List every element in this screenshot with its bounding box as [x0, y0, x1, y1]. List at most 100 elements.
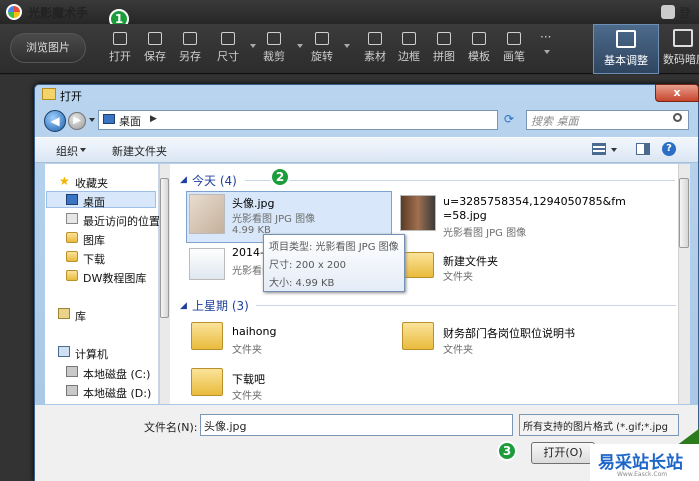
help-icon[interactable]: ?	[662, 142, 676, 156]
open-icon	[113, 32, 127, 45]
crop-icon	[267, 32, 281, 45]
organize-button[interactable]: 组织	[56, 143, 78, 159]
tool-label: 拼图	[433, 50, 455, 63]
recent-pages-caret[interactable]	[89, 118, 95, 122]
tool-save-as-button[interactable]: 另存	[172, 32, 208, 64]
group-header-today[interactable]: 今天 (4)	[192, 172, 237, 189]
folder-icon	[66, 232, 78, 243]
nav-item-libraries[interactable]: 库	[75, 308, 86, 324]
file-scroll-thumb[interactable]	[679, 178, 689, 248]
tooltip-type: 项目类型: 光影看图 JPG 图像	[269, 242, 399, 253]
file-name-line1: u=3285758354,1294050785&fm	[443, 195, 626, 208]
chevron-down-icon[interactable]	[80, 148, 86, 152]
collapse-icon[interactable]: ◢	[180, 301, 187, 311]
app-title: 光影魔术手	[28, 6, 89, 20]
more-dropdown-caret[interactable]	[544, 50, 550, 54]
tool-label: 画笔	[503, 50, 525, 63]
brush-icon	[507, 32, 521, 45]
tool-template-button[interactable]: 模板	[461, 32, 497, 64]
folder-name: haihong	[232, 325, 277, 338]
tool-label: 打开	[109, 50, 131, 63]
tool-size-button[interactable]: 尺寸	[210, 32, 246, 64]
tool-collage-button[interactable]: 拼图	[426, 32, 462, 64]
nav-item-disk-c[interactable]: 本地磁盘 (C:)	[83, 366, 150, 382]
nav-item-desktop[interactable]: 桌面	[83, 194, 105, 210]
group-header-last-week[interactable]: 上星期 (3)	[192, 297, 249, 314]
folder-type: 文件夹	[232, 345, 262, 356]
tool-label: 裁剪	[263, 50, 285, 63]
nav-item-downloads[interactable]: 下载	[83, 251, 105, 267]
watermark-text: 易采站长站	[598, 453, 683, 473]
nav-item-computer[interactable]: 计算机	[75, 346, 108, 362]
preview-pane-icon[interactable]	[636, 143, 650, 155]
view-dropdown-caret[interactable]	[611, 148, 617, 152]
folder-item-new[interactable]	[400, 244, 670, 288]
folder-item-xiazaiba[interactable]	[186, 364, 392, 404]
nav-item-pictures[interactable]: 图库	[83, 232, 105, 248]
filename-value: 头像.jpg	[204, 420, 247, 433]
folder-icon	[42, 88, 56, 100]
tab-digital-darkroom[interactable]: 数码暗房	[663, 24, 699, 74]
image-thumbnail	[189, 194, 225, 234]
nav-item-recent[interactable]: 最近访问的位置	[83, 213, 160, 229]
tool-label: 尺寸	[217, 50, 239, 63]
nav-item-favorites[interactable]: 收藏夹	[75, 175, 108, 191]
file-type-filter-value: 所有支持的图片格式 (*.gif;*.jpg	[523, 422, 668, 433]
collage-icon	[437, 32, 451, 45]
browse-images-button[interactable]: 浏览图片	[10, 33, 86, 63]
folder-type: 文件夹	[443, 272, 473, 283]
app-logo-icon	[6, 4, 22, 20]
tool-brush-button[interactable]: 画笔	[496, 32, 532, 64]
tool-label: 边框	[398, 50, 420, 63]
computer-icon	[58, 346, 70, 357]
tool-border-button[interactable]: 边框	[391, 32, 427, 64]
tooltip-size: 大小: 4.99 KB	[269, 278, 335, 289]
collapse-icon[interactable]: ◢	[180, 175, 187, 185]
folder-item-haihong[interactable]	[186, 318, 392, 358]
address-bar[interactable]	[98, 110, 498, 130]
tool-rotate-button[interactable]: 旋转	[304, 32, 340, 64]
tool-save-button[interactable]: 保存	[137, 32, 173, 64]
back-button[interactable]: ◀	[44, 110, 66, 132]
step-3-badge: 3	[497, 441, 517, 461]
user-icon[interactable]	[661, 5, 675, 19]
tool-material-button[interactable]: 素材	[357, 32, 393, 64]
open-button[interactable]: 打开(O)	[531, 442, 595, 464]
more-tools-button[interactable]: ···	[540, 30, 551, 44]
nav-scroll-thumb[interactable]	[160, 178, 169, 318]
recent-places-icon	[66, 213, 78, 224]
forward-button[interactable]: ▶	[68, 112, 86, 130]
filename-input[interactable]	[200, 414, 513, 436]
new-folder-button[interactable]: 新建文件夹	[112, 143, 167, 159]
tool-label: 模板	[468, 50, 490, 63]
size-dropdown-caret[interactable]	[250, 44, 256, 48]
dialog-close-button[interactable]: x	[655, 84, 699, 102]
disk-icon	[66, 385, 78, 396]
watermark-subtext: Www.Easck.Com	[617, 471, 668, 478]
edit-icon	[616, 30, 636, 48]
disk-icon	[66, 366, 78, 377]
nav-item-disk-d[interactable]: 本地磁盘 (D:)	[83, 385, 151, 401]
tool-label: 素材	[364, 50, 386, 63]
nav-item-dw-library[interactable]: DW教程图库	[83, 270, 146, 286]
desktop-icon	[103, 114, 115, 124]
tool-label: 旋转	[311, 50, 333, 63]
search-icon[interactable]	[673, 113, 682, 122]
rotate-icon	[315, 32, 329, 45]
refresh-icon[interactable]: ⟳	[500, 110, 518, 130]
group-divider	[245, 180, 675, 181]
search-placeholder: 搜索 桌面	[531, 115, 579, 128]
border-icon	[402, 32, 416, 45]
file-type: 光影看图 JPG 图像	[232, 214, 316, 225]
tool-open-button[interactable]: 打开	[102, 32, 138, 64]
address-segment-desktop[interactable]: 桌面	[119, 113, 141, 129]
view-options-icon[interactable]	[592, 143, 606, 155]
dialog-title: 打开	[60, 90, 82, 103]
folder-name: 下载吧	[232, 373, 265, 386]
crop-dropdown-caret[interactable]	[297, 44, 303, 48]
chevron-right-icon[interactable]: ▶	[150, 114, 157, 124]
tool-crop-button[interactable]: 裁剪	[256, 32, 292, 64]
tab-basic-adjust[interactable]: 基本调整	[593, 24, 659, 74]
darkroom-icon	[673, 29, 693, 47]
rotate-dropdown-caret[interactable]	[344, 44, 350, 48]
